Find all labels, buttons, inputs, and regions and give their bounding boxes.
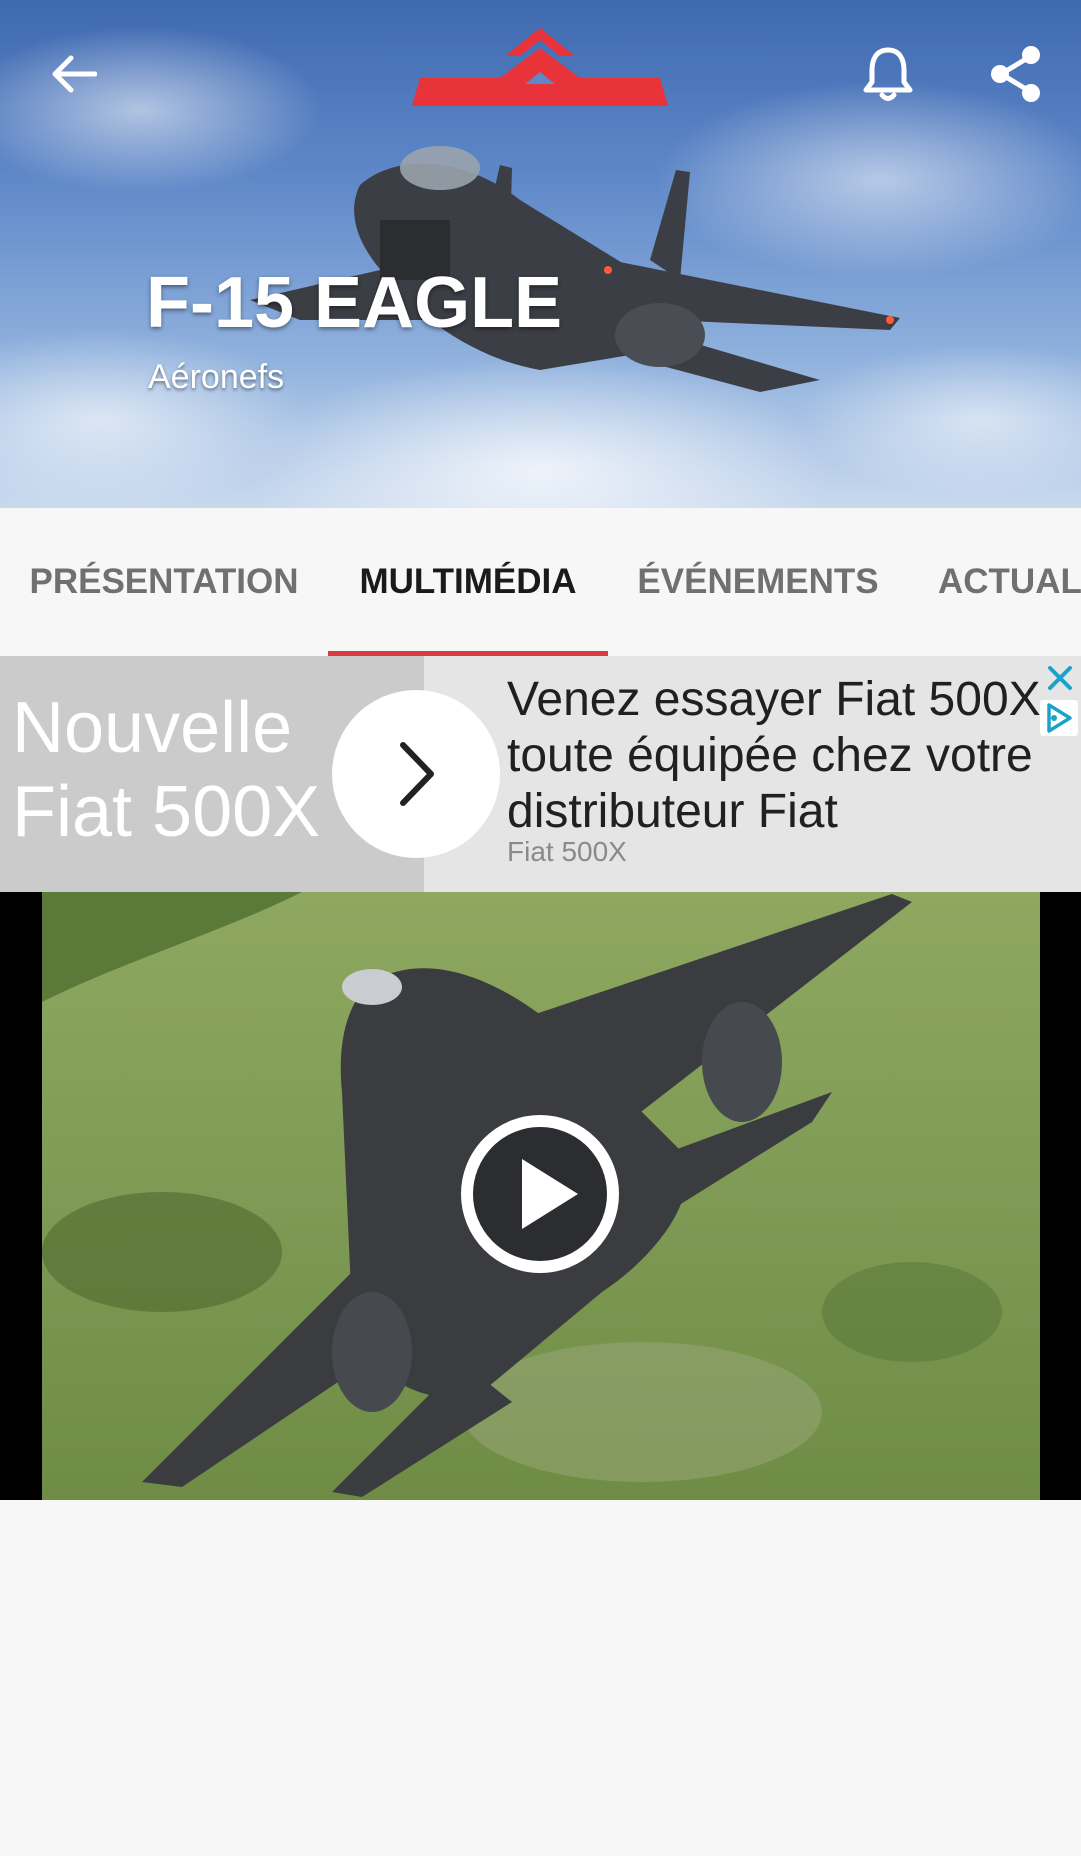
ad-cta-button[interactable] [332, 690, 500, 858]
adchoices-icon[interactable] [1040, 700, 1078, 736]
tab-label: ACTUAL [938, 562, 1081, 601]
arrow-left-icon [52, 55, 97, 93]
tab-label: ÉVÉNEMENTS [637, 562, 879, 601]
app-screen: F-15 EAGLE Aéronefs PRÉSENTATION MULTIMÉ… [0, 0, 1081, 1856]
tab-label: MULTIMÉDIA [359, 562, 577, 601]
bell-icon [863, 47, 913, 101]
notification-button[interactable] [852, 38, 924, 110]
tab-bar: PRÉSENTATION MULTIMÉDIA ÉVÉNEMENTS ACTUA… [0, 508, 1081, 656]
page-title: F-15 EAGLE [146, 263, 563, 343]
ad-left-text: Nouvelle Fiat 500X [12, 688, 321, 852]
ad-headline: Venez essayer Fiat 500X toute équipée ch… [507, 673, 1041, 838]
app-logo [412, 28, 668, 106]
ad-banner[interactable]: Nouvelle Fiat 500X Venez essayer Fiat 50… [0, 656, 1081, 892]
play-icon[interactable] [460, 1114, 620, 1274]
tab-actualites[interactable]: ACTUAL [908, 508, 1081, 656]
content-empty-area [0, 1500, 1081, 1856]
tab-evenements[interactable]: ÉVÉNEMENTS [608, 508, 908, 656]
tab-presentation[interactable]: PRÉSENTATION [0, 508, 328, 656]
chevron-right-icon [400, 742, 434, 806]
share-button[interactable] [980, 38, 1052, 110]
tab-label: PRÉSENTATION [29, 562, 299, 601]
close-icon[interactable] [1044, 662, 1076, 694]
ad-advertiser: Fiat 500X [507, 836, 627, 867]
hero-header: F-15 EAGLE Aéronefs [0, 0, 1081, 508]
back-button[interactable] [40, 40, 108, 108]
tab-multimedia[interactable]: MULTIMÉDIA [328, 508, 608, 656]
page-subtitle: Aéronefs [148, 358, 285, 396]
share-icon [991, 46, 1040, 102]
